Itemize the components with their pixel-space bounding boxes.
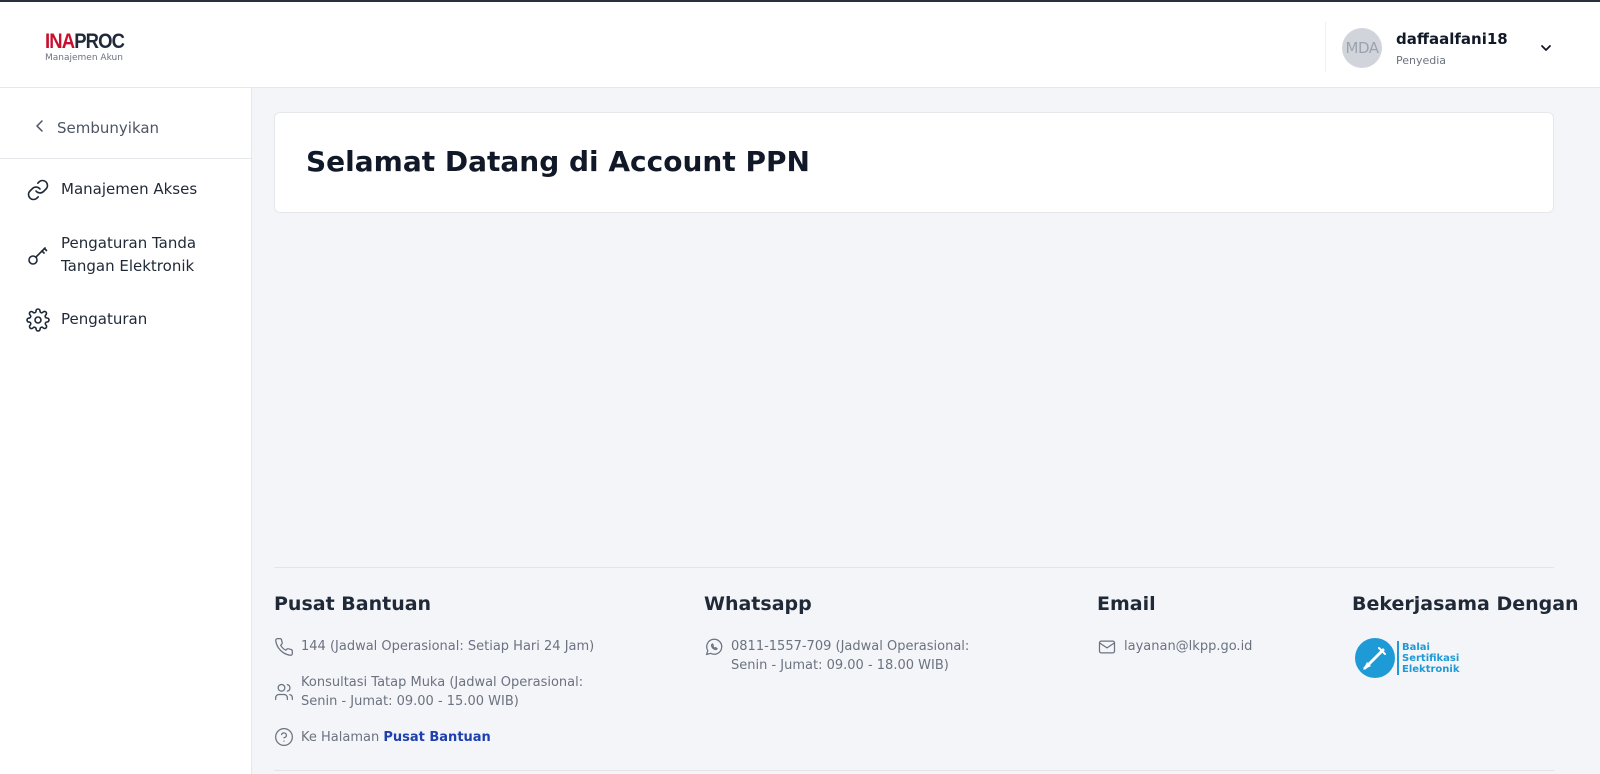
key-icon	[28, 247, 48, 265]
page-title: Selamat Datang di Account PPN	[306, 145, 810, 178]
sidebar-item-manajemen-akses[interactable]: Manajemen Akses	[0, 168, 251, 212]
pen-nib-icon	[1363, 647, 1386, 670]
bse-emblem	[1355, 638, 1395, 678]
user-name: daffaalfani18	[1396, 30, 1508, 48]
footer-partner-title: Bekerjasama Dengan	[1352, 593, 1579, 615]
gear-icon	[26, 308, 50, 332]
bse-logo-text: Balai Sertifikasi Elektronik	[1402, 642, 1460, 675]
footer-email-address[interactable]: layanan@lkpp.go.id	[1124, 637, 1252, 656]
footer-phone-text: 144 (Jadwal Operasional: Setiap Hari 24 …	[301, 639, 595, 654]
footer-divider-bottom	[274, 770, 1554, 771]
bse-logo[interactable]: Balai Sertifikasi Elektronik	[1355, 638, 1465, 680]
whatsapp-icon	[705, 638, 723, 656]
sidebar-hide-toggle[interactable]: Sembunyikan	[0, 88, 251, 159]
mail-icon	[1098, 640, 1116, 654]
welcome-card: Selamat Datang di Account PPN	[274, 112, 1554, 213]
chevron-down-icon[interactable]	[1538, 40, 1554, 56]
footer-meeting-text-line2: Senin - Jumat: 09.00 - 15.00 WIB)	[301, 694, 519, 709]
sidebar-item-label: Manajemen Akses	[61, 180, 198, 198]
footer-help-prefix: Ke Halaman	[301, 730, 384, 745]
avatar: MDA	[1342, 28, 1382, 68]
sidebar-item-pengaturan[interactable]: Pengaturan	[0, 298, 251, 342]
user-menu[interactable]: MDA daffaalfani18 Penyedia	[1325, 22, 1565, 72]
logo-subtitle: Manajemen Akun	[45, 53, 123, 63]
sidebar: Sembunyikan Manajemen Akses Pengaturan T…	[0, 88, 252, 774]
help-circle-icon	[275, 728, 293, 746]
footer-whatsapp-line2: Senin - Jumat: 09.00 - 18.00 WIB)	[731, 658, 949, 673]
bse-divider	[1397, 641, 1399, 675]
footer-meeting-text-line1: Konsultasi Tatap Muka (Jadwal Operasiona…	[301, 675, 584, 690]
footer-email-title: Email	[1097, 593, 1156, 615]
chevron-left-icon	[36, 120, 43, 132]
footer-help-link-row: Ke Halaman Pusat Bantuan	[301, 728, 491, 747]
footer-whatsapp-title: Whatsapp	[704, 593, 812, 615]
users-icon	[275, 683, 293, 701]
link-icon	[27, 179, 49, 201]
sidebar-hide-label: Sembunyikan	[57, 119, 160, 137]
user-role: Penyedia	[1396, 54, 1447, 67]
logo-wordmark: INAPROC	[45, 30, 125, 53]
top-header: INAPROC Manajemen Akun MDA daffaalfani18…	[0, 2, 1600, 88]
footer-pusat-bantuan-title: Pusat Bantuan	[274, 593, 432, 615]
pusat-bantuan-link[interactable]: Pusat Bantuan	[383, 730, 490, 745]
inaproc-logo[interactable]: INAPROC Manajemen Akun	[45, 30, 135, 63]
footer-whatsapp-line1: 0811-1557-709 (Jadwal Operasional:	[731, 639, 970, 654]
footer-divider-top	[274, 567, 1554, 568]
sidebar-item-label-line1: Pengaturan Tanda	[61, 234, 197, 252]
phone-icon	[275, 638, 293, 656]
sidebar-item-label-line2: Tangan Elektronik	[61, 257, 195, 275]
sidebar-item-label: Pengaturan	[61, 310, 148, 328]
sidebar-item-tanda-tangan-elektronik[interactable]: Pengaturan Tanda Tangan Elektronik	[0, 228, 251, 284]
